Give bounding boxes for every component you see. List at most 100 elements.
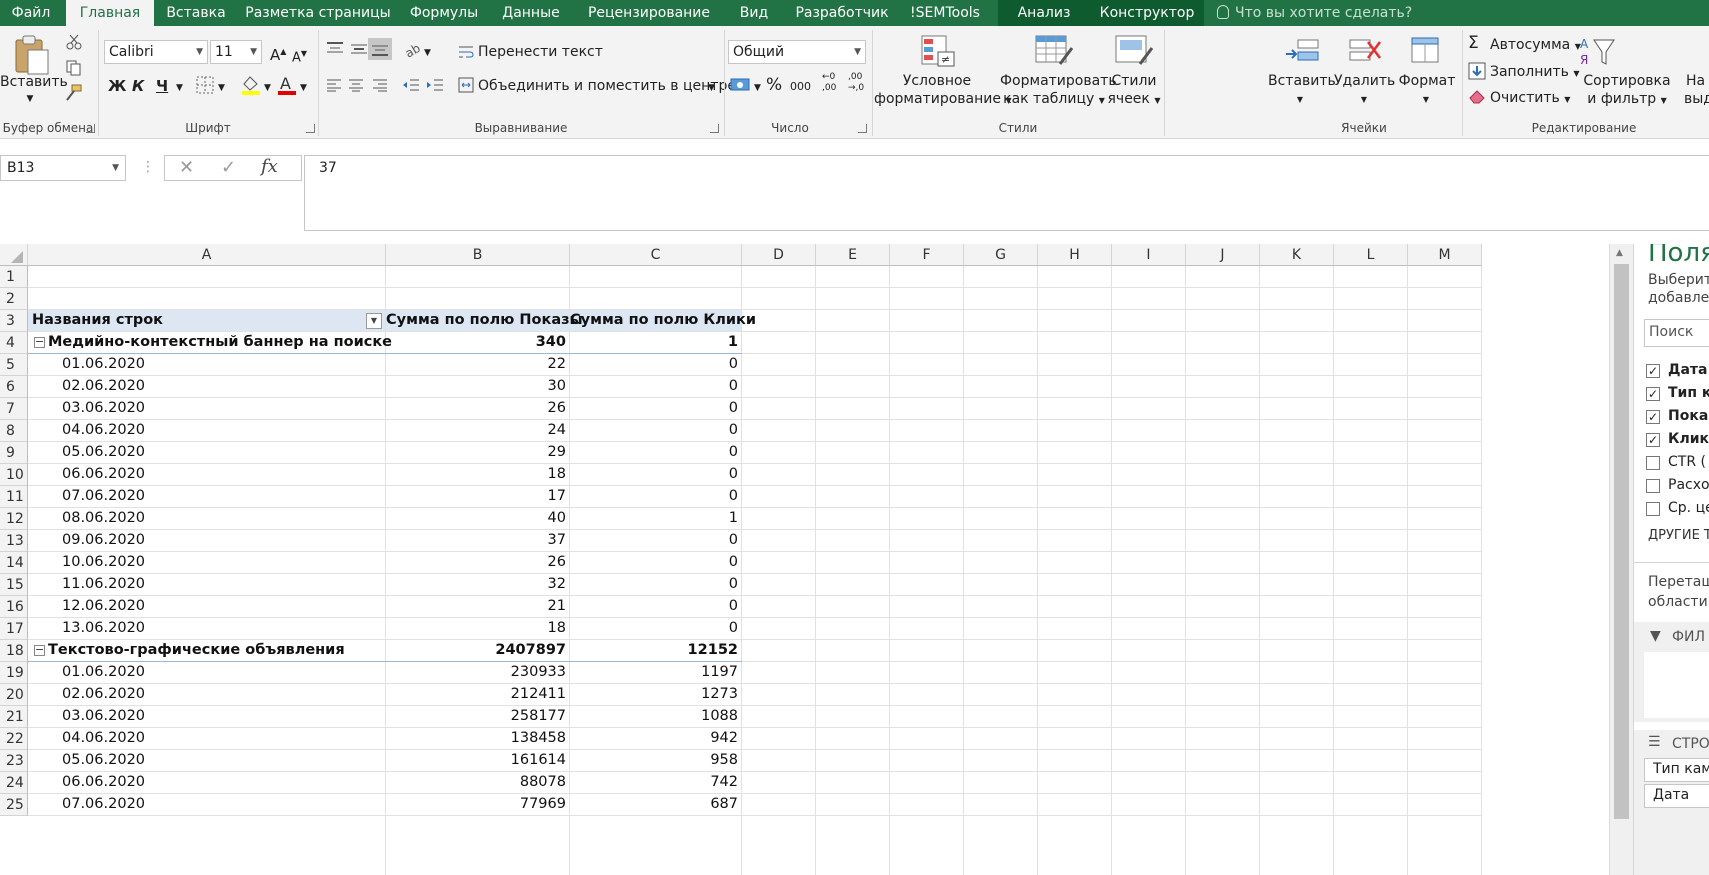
conditional-formatting-label-2[interactable]: форматирование ▼ [874,90,1012,110]
row-header[interactable]: 12 [0,508,28,530]
row-header[interactable]: 8 [0,420,28,442]
conditional-formatting-icon[interactable]: ≠ [920,34,956,68]
pivot-row-date[interactable]: 05.06.2020 [62,441,386,463]
field-checkbox[interactable]: ✓ [1646,410,1660,424]
scrollbar-thumb[interactable] [1614,264,1629,819]
tab-formulas[interactable]: Формулы [404,0,484,26]
field-checkbox[interactable]: ✓ [1646,387,1660,401]
pivot-row-impressions[interactable]: 138458 [386,727,570,749]
chevron-down-icon[interactable]: ▼ [1292,90,1308,109]
row-header[interactable]: 11 [0,486,28,508]
pivot-row-date[interactable]: 03.06.2020 [62,397,386,419]
format-cells-button[interactable]: Формат [1394,72,1460,91]
name-box[interactable]: B13 ▼ [0,155,126,181]
pivot-row-clicks[interactable]: 742 [570,771,742,793]
pivot-row-date[interactable]: 02.06.2020 [62,683,386,705]
autosum-button[interactable]: Автосумма ▼ [1490,36,1581,56]
comma-style-icon[interactable]: 000 [790,78,811,96]
field-label[interactable]: CTR ( [1668,454,1706,470]
row-header[interactable]: 9 [0,442,28,464]
row-header[interactable]: 5 [0,354,28,376]
decrease-decimal-icon[interactable]: ,00 →,0 [848,72,864,94]
pivot-header-impressions[interactable]: Сумма по полю Показы [386,309,583,331]
insert-cells-button[interactable]: Вставить [1268,72,1336,91]
find-select-label-2[interactable]: выде [1684,90,1709,108]
shrink-font-icon[interactable]: A▼ [292,45,307,67]
borders-icon[interactable] [196,76,214,94]
pivot-row-clicks[interactable]: 1273 [570,683,742,705]
row-header[interactable]: 1 [0,266,28,288]
pivot-row-impressions[interactable]: 21 [386,595,570,617]
column-header-c[interactable]: C [570,244,742,266]
pivot-row-impressions[interactable]: 32 [386,573,570,595]
pivot-row-date[interactable]: 07.06.2020 [62,793,386,815]
orientation-icon[interactable]: ab [404,40,426,58]
chevron-down-icon[interactable]: ▼ [1356,90,1372,109]
row-header[interactable]: 16 [0,596,28,618]
pivot-row-date[interactable]: 01.06.2020 [62,353,386,375]
sort-filter-label-1[interactable]: Сортировка [1582,72,1672,91]
fill-color-arrow-icon[interactable]: ▼ [264,79,271,97]
row-header[interactable]: 3 [0,310,28,332]
font-launcher-icon[interactable] [306,124,315,133]
increase-decimal-icon[interactable]: ←0,00 [822,72,836,94]
align-middle-icon[interactable] [350,42,368,56]
conditional-formatting-label-1[interactable]: Условное [874,72,1000,91]
row-header[interactable]: 20 [0,684,28,706]
scroll-up-icon[interactable]: ▲ [1616,248,1623,258]
pivot-row-clicks[interactable]: 0 [570,463,742,485]
delete-cells-icon[interactable] [1346,34,1384,68]
row-header[interactable]: 24 [0,772,28,794]
underline-arrow-icon[interactable]: ▼ [176,79,183,97]
percent-icon[interactable]: % [766,76,782,94]
pivot-row-impressions[interactable]: 30 [386,375,570,397]
pivot-row-date[interactable]: 04.06.2020 [62,727,386,749]
format-as-table-label-1[interactable]: Форматировать [1000,72,1117,91]
formula-input[interactable]: 37 [304,155,1709,231]
align-right-icon[interactable] [372,78,388,92]
grow-font-icon[interactable]: A▲ [270,43,286,64]
collapse-icon[interactable]: − [34,644,45,656]
field-checkbox[interactable] [1646,502,1660,516]
pivot-row-impressions[interactable]: 77969 [386,793,570,815]
borders-arrow-icon[interactable]: ▼ [218,79,225,97]
insert-cells-icon[interactable] [1284,34,1322,68]
pivot-row-impressions[interactable]: 212411 [386,683,570,705]
pivot-row-impressions[interactable]: 230933 [386,661,570,683]
pivot-row-impressions[interactable]: 29 [386,441,570,463]
pivot-row-clicks[interactable]: 0 [570,485,742,507]
column-header-i[interactable]: I [1112,244,1186,266]
rows-field-chip[interactable]: Тип кам [1644,758,1709,782]
collapse-icon[interactable]: − [34,336,45,348]
column-header-j[interactable]: J [1186,244,1260,266]
pivot-row-date[interactable]: 09.06.2020 [62,529,386,551]
field-label[interactable]: Дата [1668,362,1707,378]
rows-field-chip[interactable]: Дата [1644,784,1709,808]
insert-function-icon[interactable]: fx [261,158,278,176]
tab-page-layout[interactable]: Разметка страницы [243,0,393,26]
column-header-a[interactable]: A [28,244,386,266]
pivot-row-clicks[interactable]: 0 [570,595,742,617]
alignment-launcher-icon[interactable] [710,124,719,133]
column-header-l[interactable]: L [1334,244,1408,266]
column-header-k[interactable]: K [1260,244,1334,266]
tab-semtools[interactable]: !SEMTools [904,0,986,26]
pivot-row-clicks[interactable]: 687 [570,793,742,815]
font-color-arrow-icon[interactable]: ▼ [300,79,307,97]
pivot-row-impressions[interactable]: 40 [386,507,570,529]
sort-filter-label-2[interactable]: и фильтр ▼ [1582,90,1672,110]
align-left-icon[interactable] [326,78,342,92]
field-label[interactable]: Клик [1668,431,1709,447]
pivot-row-date[interactable]: 13.06.2020 [62,617,386,639]
align-top-icon[interactable] [326,42,344,56]
pivot-row-clicks[interactable]: 0 [570,397,742,419]
clear-button[interactable]: Очистить ▼ [1490,89,1570,109]
pivot-group-label[interactable]: Текстово-графические объявления [48,639,386,661]
row-header[interactable]: 23 [0,750,28,772]
field-search-input[interactable]: Поиск [1644,319,1709,347]
pivot-row-impressions[interactable]: 18 [386,617,570,639]
number-format-dropdown[interactable]: Общий ▼ [728,40,866,64]
tab-analyze[interactable]: Анализ [998,0,1090,26]
row-header[interactable]: 22 [0,728,28,750]
filters-area[interactable]: ▼ ФИЛ [1634,622,1709,722]
